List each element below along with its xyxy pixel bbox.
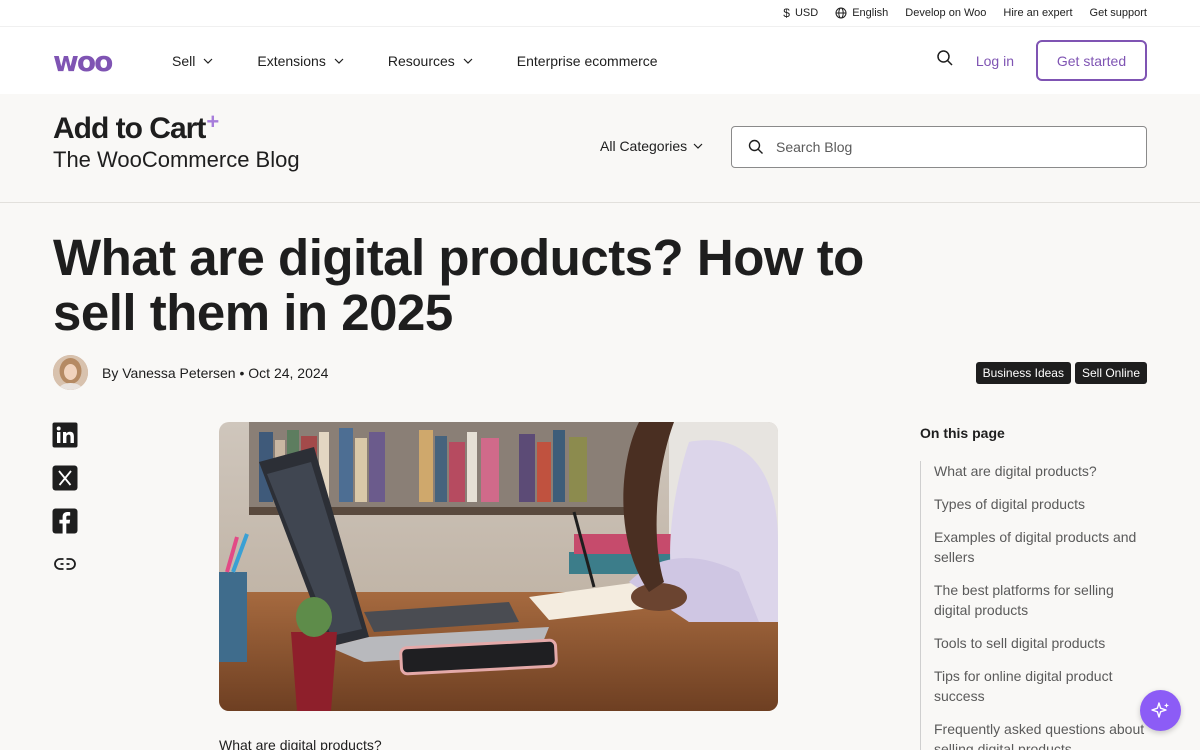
chevron-down-icon bbox=[463, 58, 473, 64]
facebook-icon bbox=[52, 508, 78, 534]
nav-actions: Log in Get started bbox=[936, 40, 1147, 81]
x-icon bbox=[52, 465, 78, 491]
facebook-share[interactable] bbox=[52, 508, 78, 534]
blog-search-input[interactable] bbox=[776, 139, 1136, 155]
article-title: What are digital products? How to sell t… bbox=[53, 229, 864, 341]
toc-item[interactable]: Tools to sell digital products bbox=[934, 633, 1147, 653]
linkedin-icon bbox=[52, 422, 78, 448]
blog-search-box bbox=[731, 126, 1147, 168]
linkedin-share[interactable] bbox=[52, 422, 78, 448]
hire-expert-link[interactable]: Hire an expert bbox=[1003, 7, 1072, 19]
nav-links: Sell Extensions Resources Enterprise eco… bbox=[172, 27, 702, 95]
hero-photo bbox=[219, 422, 778, 711]
copy-link-share[interactable] bbox=[52, 551, 78, 577]
chevron-down-icon bbox=[693, 143, 703, 149]
toc-item[interactable]: Frequently asked questions about selling… bbox=[934, 719, 1147, 750]
search-icon bbox=[937, 50, 953, 66]
main-navigation: woo Sell Extensions Resources Enterprise… bbox=[0, 26, 1200, 94]
tag-business-ideas[interactable]: Business Ideas bbox=[975, 362, 1071, 384]
byline: By Vanessa Petersen • Oct 24, 2024 bbox=[53, 355, 328, 390]
toc-item[interactable]: Tips for online digital product success bbox=[934, 666, 1147, 706]
support-link[interactable]: Get support bbox=[1090, 7, 1147, 19]
chevron-down-icon bbox=[334, 58, 344, 64]
link-icon bbox=[54, 558, 76, 570]
share-bar bbox=[52, 422, 78, 577]
utility-bar: $ USD English Develop on Woo Hire an exp… bbox=[0, 0, 1200, 26]
toc-item[interactable]: What are digital products? bbox=[934, 461, 1147, 481]
author-avatar[interactable] bbox=[53, 355, 88, 390]
login-link[interactable]: Log in bbox=[976, 53, 1014, 69]
globe-icon bbox=[835, 7, 847, 19]
woo-logo[interactable]: woo bbox=[53, 47, 133, 75]
avatar-image bbox=[53, 355, 88, 390]
author-and-date: By Vanessa Petersen • Oct 24, 2024 bbox=[102, 364, 329, 381]
sparkle-icon bbox=[1150, 701, 1169, 718]
toc-heading: On this page bbox=[920, 425, 1005, 441]
article-area: What are digital products? How to sell t… bbox=[0, 203, 1200, 750]
currency-selector[interactable]: $ USD bbox=[783, 6, 818, 20]
nav-sell[interactable]: Sell bbox=[172, 53, 213, 69]
svg-text:woo: woo bbox=[53, 47, 113, 75]
language-selector[interactable]: English bbox=[835, 7, 888, 19]
blog-header: Add to Cart + The WooCommerce Blog All C… bbox=[0, 94, 1200, 203]
chevron-down-icon bbox=[203, 58, 213, 64]
categories-dropdown[interactable]: All Categories bbox=[600, 138, 703, 154]
blog-brand-title: Add to Cart bbox=[53, 112, 206, 145]
site-search-button[interactable] bbox=[936, 49, 954, 72]
ai-assistant-button[interactable] bbox=[1140, 690, 1181, 731]
nav-enterprise[interactable]: Enterprise ecommerce bbox=[517, 53, 658, 69]
hero-image bbox=[219, 422, 778, 711]
x-share[interactable] bbox=[52, 465, 78, 491]
toc-item[interactable]: Types of digital products bbox=[934, 494, 1147, 514]
article-tags: Business Ideas Sell Online bbox=[975, 362, 1147, 384]
nav-resources[interactable]: Resources bbox=[388, 53, 473, 69]
blog-brand[interactable]: Add to Cart + The WooCommerce Blog bbox=[53, 109, 300, 174]
dollar-icon: $ bbox=[783, 6, 790, 20]
table-of-contents: On this page What are digital products? … bbox=[920, 425, 1147, 750]
blog-brand-plus: + bbox=[206, 109, 219, 134]
blog-brand-subtitle: The WooCommerce Blog bbox=[53, 147, 300, 172]
develop-link[interactable]: Develop on Woo bbox=[905, 7, 986, 19]
get-started-button[interactable]: Get started bbox=[1036, 40, 1147, 81]
tag-sell-online[interactable]: Sell Online bbox=[1074, 362, 1147, 384]
article-body-heading: What are digital products? bbox=[219, 737, 382, 750]
toc-item[interactable]: Examples of digital products and sellers bbox=[934, 527, 1147, 567]
search-icon bbox=[748, 139, 763, 154]
toc-item[interactable]: The best platforms for selling digital p… bbox=[934, 580, 1147, 620]
nav-extensions[interactable]: Extensions bbox=[257, 53, 344, 69]
toc-list: What are digital products? Types of digi… bbox=[920, 461, 1147, 750]
